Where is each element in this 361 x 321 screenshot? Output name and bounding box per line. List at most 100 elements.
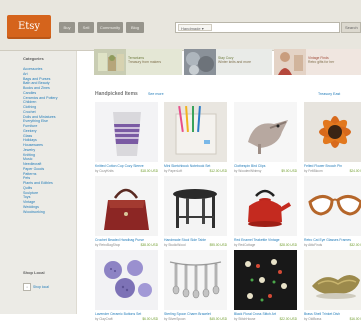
listing-thumbnail[interactable] xyxy=(164,250,227,310)
listing-title-link[interactable]: Handmade Stool Side Table xyxy=(164,238,227,242)
listing-title-link[interactable]: Brass Shell Trinket Dish xyxy=(304,312,361,316)
listing-meta: by StitchHouse $22.00 USD xyxy=(234,317,297,321)
listing-meta: by FeltBloom $24.00 USD xyxy=(304,169,361,173)
listing-meta: by SilverSpoon $45.00 USD xyxy=(164,317,227,321)
shop-local-row[interactable]: ▪ Shop local xyxy=(23,283,49,291)
listing-shop-name[interactable]: by AtticFinds xyxy=(304,243,322,247)
listing-thumbnail[interactable] xyxy=(95,102,158,162)
main-nav: Buy Sell Community Blog xyxy=(59,22,147,33)
listing-title-link[interactable]: Black Floral Cross Stitch Art xyxy=(234,312,297,316)
listing-thumbnail[interactable] xyxy=(234,250,297,310)
listing-shop-name[interactable]: by StitchHouse xyxy=(234,317,255,321)
listing-price: $6.00 USD xyxy=(142,316,158,321)
terrarium-photo xyxy=(94,49,126,75)
listing-photo xyxy=(95,102,158,162)
shop-local-link[interactable]: Shop local xyxy=(33,285,49,289)
banner-terrariums[interactable]: Terrariums Treasury from makers xyxy=(94,49,182,75)
listing-price: $9.00 USD xyxy=(281,168,297,173)
nav-tab-community[interactable]: Community xyxy=(97,22,123,33)
listing-shop-name[interactable]: by SilverSpoon xyxy=(164,317,185,321)
nav-tab-sell[interactable]: Sell xyxy=(78,22,94,33)
listing-thumbnail[interactable] xyxy=(164,102,227,162)
treasury-link[interactable]: Treasury East xyxy=(318,92,340,96)
listing-thumbnail[interactable] xyxy=(234,176,297,236)
listing-photo xyxy=(164,250,227,310)
search-input[interactable] xyxy=(216,23,339,32)
banner-subtitle: Treasury from makers xyxy=(128,60,162,64)
shop-local-heading: Shop Local xyxy=(23,270,45,275)
listing-shop-name[interactable]: by StudioWood xyxy=(164,243,186,247)
listing-price: $16.00 USD xyxy=(349,316,361,321)
listing-shop-name[interactable]: by OldBrass xyxy=(304,317,321,321)
listing-meta: by WoodenWhimsy $9.00 USD xyxy=(234,169,297,173)
listing-photo xyxy=(95,176,158,236)
listing-thumbnail[interactable] xyxy=(164,176,227,236)
listing-title-link[interactable]: Retro Cat Eye Glasses Frames xyxy=(304,238,361,242)
listing-shop-name[interactable]: by ClayCraft xyxy=(95,317,113,321)
listing-photo xyxy=(164,102,227,162)
search-category-select[interactable]: Handmade ▾ xyxy=(178,24,212,31)
site-header: Etsy Buy Sell Community Blog Handmade ▾ Sea… xyxy=(0,0,361,51)
banner-subtitle: Winter knits and more xyxy=(218,60,251,64)
search-button[interactable]: Search xyxy=(341,22,361,33)
listing-thumbnail[interactable] xyxy=(304,102,361,162)
listing-shop-name[interactable]: by RedCottage xyxy=(234,243,255,247)
categories-heading: Categories xyxy=(23,56,44,61)
listing-shop-name[interactable]: by RetroBagShop xyxy=(95,243,120,247)
listing-thumbnail[interactable] xyxy=(304,176,361,236)
listing-meta: by RetroBagShop $38.00 USD xyxy=(95,243,158,247)
listing-thumbnail[interactable] xyxy=(234,102,297,162)
search-box: Handmade ▾ xyxy=(175,22,340,33)
listing-photo xyxy=(234,176,297,236)
listing-price: $32.00 USD xyxy=(349,242,361,247)
listing-photo xyxy=(304,102,361,162)
listing-meta: by RedCottage $28.00 USD xyxy=(234,243,297,247)
listing-title-link[interactable]: Felted Flower Brooch Pin xyxy=(304,164,361,168)
section-title: Handpicked Items xyxy=(95,91,138,97)
listing-thumbnail[interactable] xyxy=(304,250,361,310)
category-list: Accessories Art Bags and Purses Bath and Be… xyxy=(23,67,58,214)
listing-price: $12.00 USD xyxy=(209,168,227,173)
location-flag-icon: ▪ xyxy=(23,283,31,291)
listing-price: $18.00 USD xyxy=(140,168,158,173)
listing-thumbnail[interactable] xyxy=(95,250,158,310)
listing-price: $28.00 USD xyxy=(279,242,297,247)
search-category-label: Handmade xyxy=(181,26,201,31)
listing-price: $38.00 USD xyxy=(140,242,158,247)
listing-meta: by StudioWood $95.00 USD xyxy=(164,243,227,247)
listing-price: $24.00 USD xyxy=(349,168,361,173)
vintage-photo xyxy=(274,49,306,75)
sidebar-category-link[interactable]: Woodworking xyxy=(23,210,58,215)
banner-stay-cozy[interactable]: Stay Cozy Winter knits and more xyxy=(184,49,272,75)
listing-shop-name[interactable]: by CozyKnits xyxy=(95,169,114,173)
nav-tab-blog[interactable]: Blog xyxy=(126,22,144,33)
yarn-photo xyxy=(184,49,216,75)
listing-photo xyxy=(234,250,297,310)
listing-photo xyxy=(234,102,297,162)
listing-title-link[interactable]: Lavender Ceramic Buttons Set xyxy=(95,312,158,316)
listing-shop-name[interactable]: by PaperLoft xyxy=(164,169,182,173)
listing-title-link[interactable]: Knitted Cotton Cup Cozy Sleeve xyxy=(95,164,158,168)
nav-tab-buy[interactable]: Buy xyxy=(59,22,75,33)
see-more-link[interactable]: See more xyxy=(148,92,164,96)
listing-shop-name[interactable]: by WoodenWhimsy xyxy=(234,169,261,173)
listing-photo xyxy=(304,176,361,236)
listing-title-link[interactable]: Sterling Spoon Charm Bracelet xyxy=(164,312,227,316)
listing-title-link[interactable]: Red Enamel Teakettle Vintage xyxy=(234,238,297,242)
listing-meta: by OldBrass $16.00 USD xyxy=(304,317,361,321)
listing-meta: by CozyKnits $18.00 USD xyxy=(95,169,158,173)
banner-vintage[interactable]: Vintage Finds Retro gifts for her xyxy=(274,49,361,75)
listing-price: $95.00 USD xyxy=(209,242,227,247)
listing-title-link[interactable]: Crochet Beaded Handbag Purse xyxy=(95,238,158,242)
listing-photo xyxy=(164,176,227,236)
etsy-logo[interactable]: Etsy xyxy=(7,15,51,39)
listing-title-link[interactable]: Clothespin Bird Clips xyxy=(234,164,297,168)
listing-photo xyxy=(304,250,361,310)
listing-shop-name[interactable]: by FeltBloom xyxy=(304,169,323,173)
listing-thumbnail[interactable] xyxy=(95,176,158,236)
listing-price: $45.00 USD xyxy=(209,316,227,321)
listing-title-link[interactable]: Mini Sketchbook Notebook Set xyxy=(164,164,227,168)
listing-photo xyxy=(95,250,158,310)
listing-meta: by PaperLoft $12.00 USD xyxy=(164,169,227,173)
listing-price: $22.00 USD xyxy=(279,316,297,321)
